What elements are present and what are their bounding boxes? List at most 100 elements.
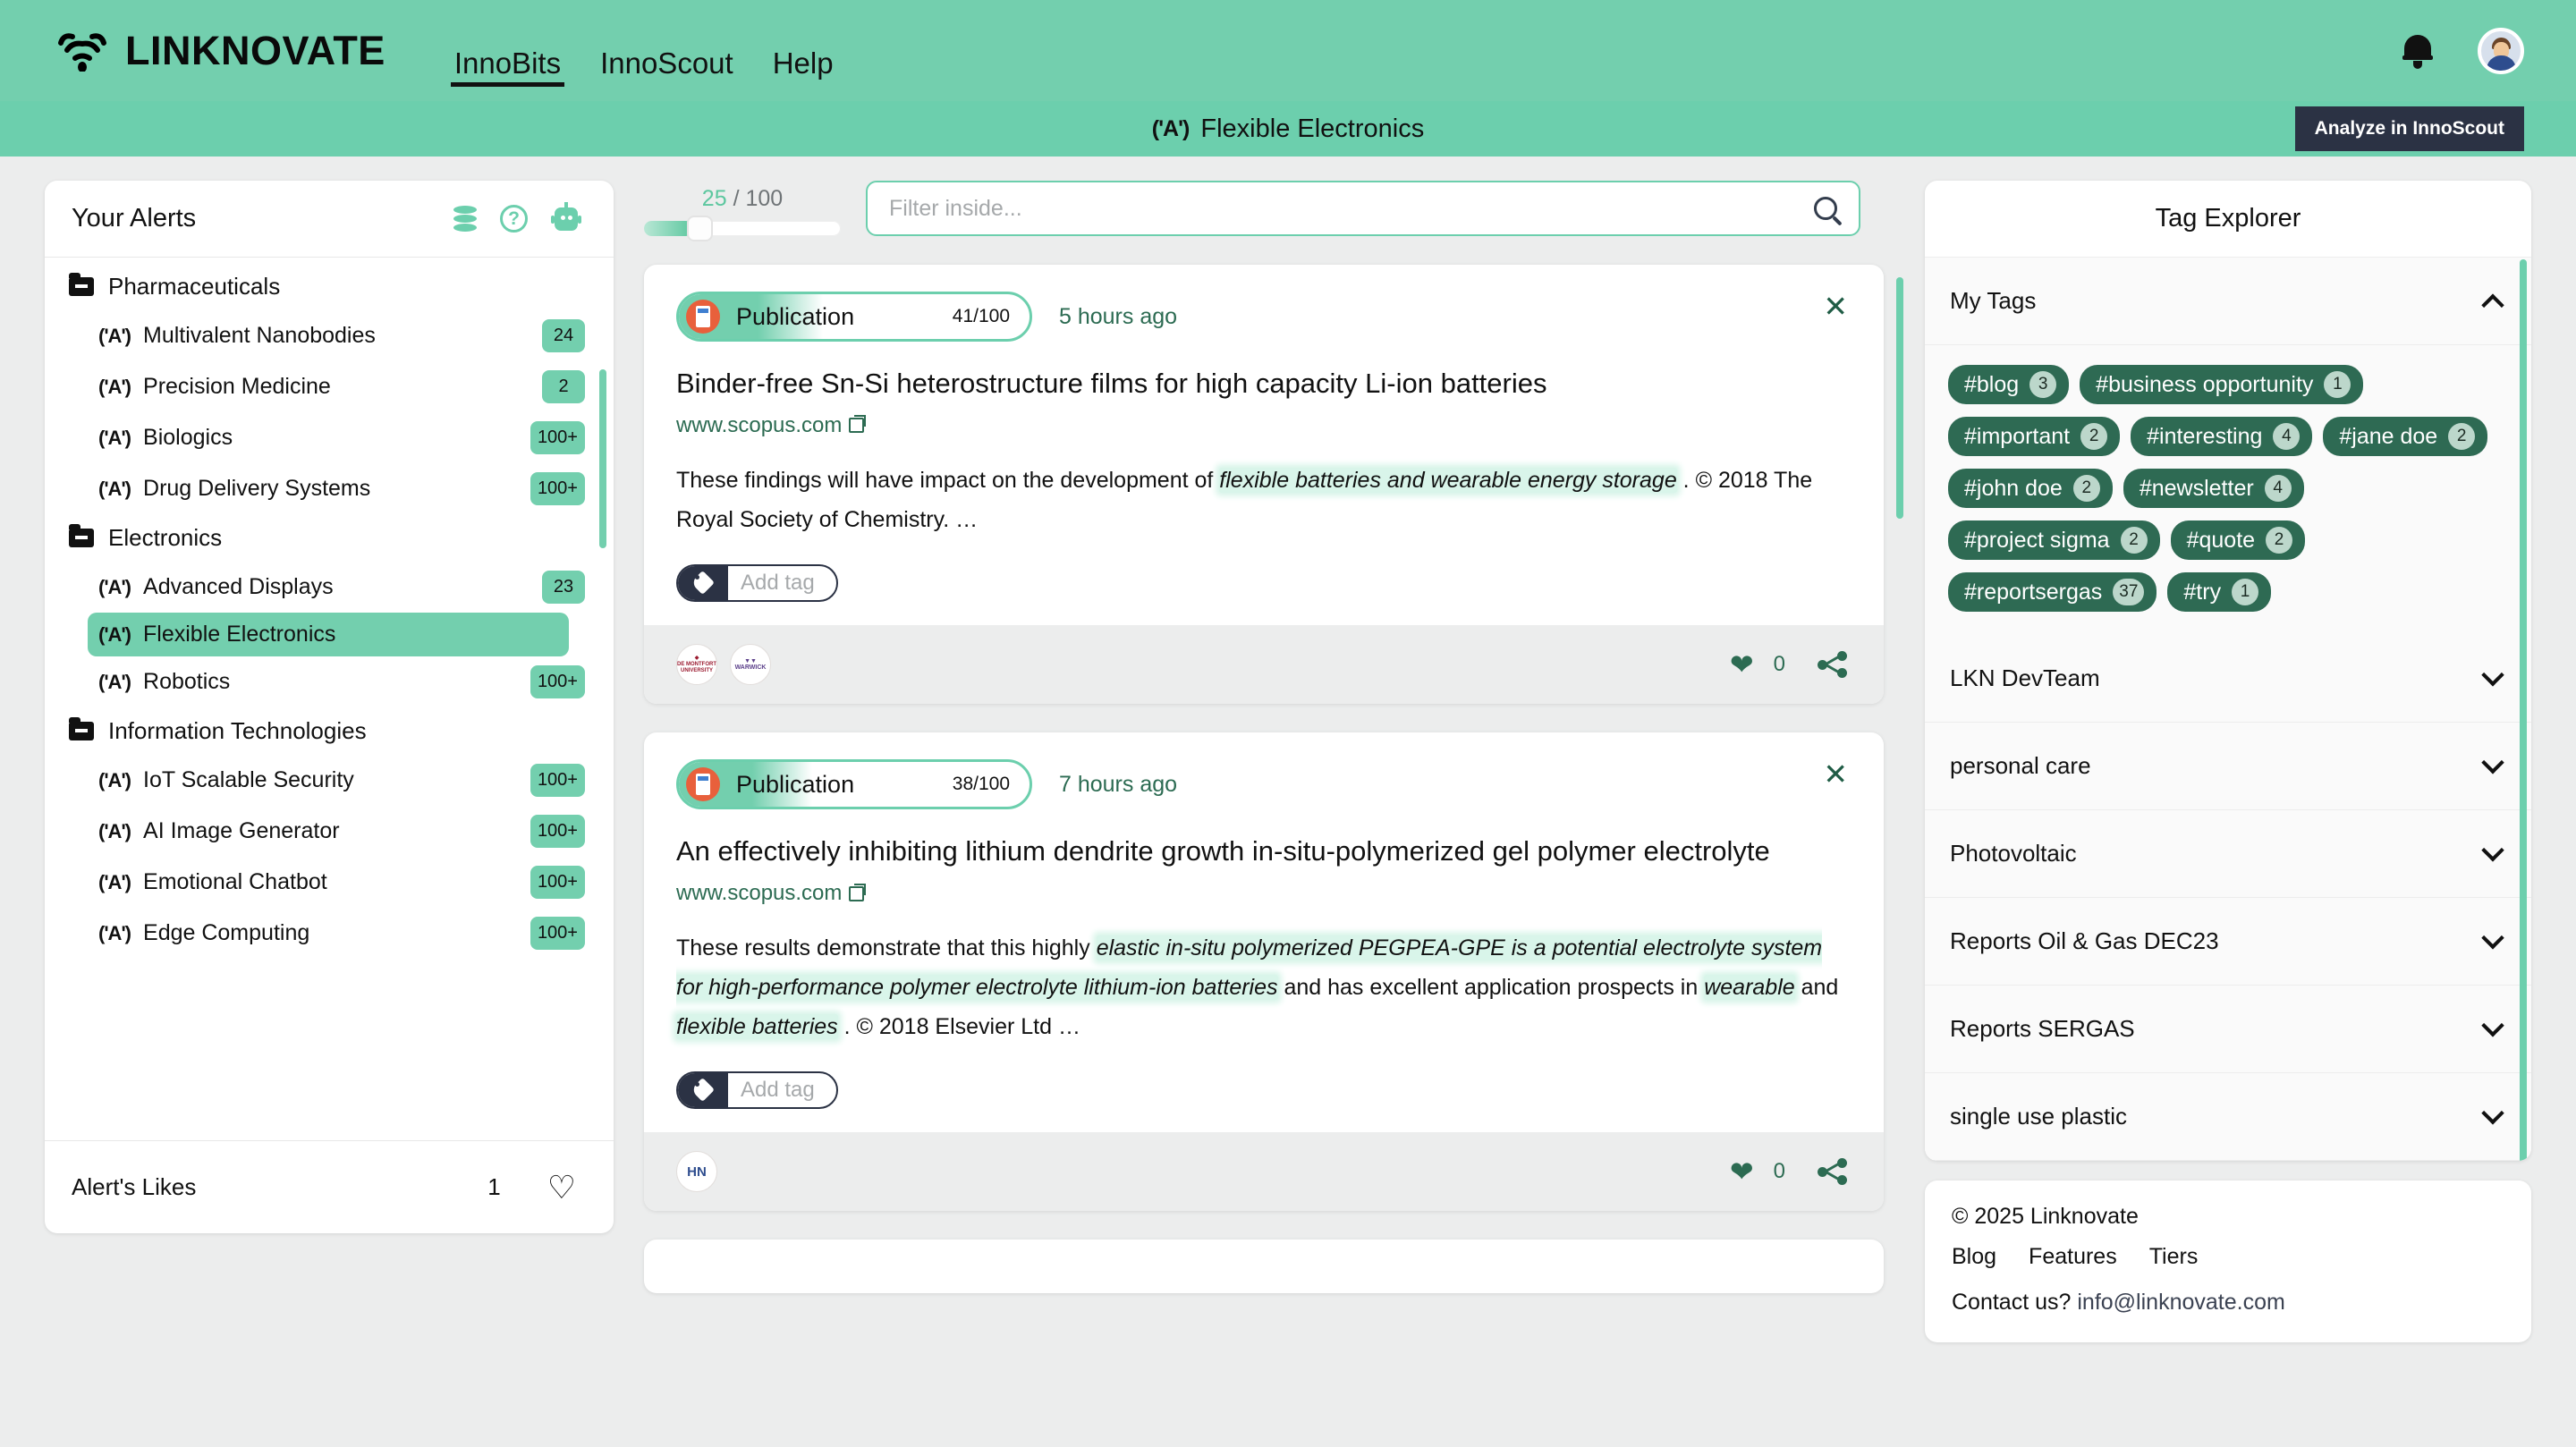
tag-count: 2 bbox=[2072, 475, 2100, 502]
alert-likes-count: 1 bbox=[487, 1173, 501, 1200]
footer-link-tiers[interactable]: Tiers bbox=[2149, 1244, 2199, 1270]
org-logos: HN bbox=[676, 1151, 717, 1193]
card-title[interactable]: Binder-free Sn-Si heterostructure films … bbox=[676, 365, 1852, 402]
content-type-badge[interactable]: Publication 41/100 bbox=[676, 292, 1032, 342]
footer-link-blog[interactable]: Blog bbox=[1952, 1244, 1996, 1270]
org-logo[interactable]: ▼▼ WARWICK bbox=[730, 644, 771, 686]
robot-icon[interactable] bbox=[551, 201, 581, 233]
abstract-text: and has excellent application prospects … bbox=[1277, 974, 1705, 1000]
sidebar-item-drug-delivery-systems[interactable]: ('A') Drug Delivery Systems 100+ bbox=[88, 463, 597, 514]
folder-information-technologies[interactable]: Information Technologies bbox=[45, 707, 614, 755]
sidebar-item-iot-scalable-security[interactable]: ('A') IoT Scalable Security 100+ bbox=[88, 755, 597, 806]
tag-group-photovoltaic[interactable]: Photovoltaic bbox=[1925, 810, 2531, 898]
folder-pharmaceuticals[interactable]: Pharmaceuticals bbox=[45, 263, 614, 310]
slider-label: 25 / 100 bbox=[644, 186, 841, 212]
tag-pill[interactable]: #important 2 bbox=[1948, 417, 2121, 456]
share-icon[interactable] bbox=[1818, 1158, 1848, 1186]
sidebar-item-biologics[interactable]: ('A') Biologics 100+ bbox=[88, 412, 597, 463]
analyze-in-innoscout-button[interactable]: Analyze in InnoScout bbox=[2294, 106, 2524, 151]
heart-filled-icon[interactable]: ❤ bbox=[1730, 1157, 1754, 1186]
tag-panel-scrollbar[interactable] bbox=[2520, 259, 2527, 1161]
sidebar-scrollbar[interactable] bbox=[599, 369, 606, 548]
heart-outline-icon[interactable]: ♡ bbox=[547, 1171, 576, 1204]
source-label: www.scopus.com bbox=[676, 881, 843, 906]
source-label: www.scopus.com bbox=[676, 412, 843, 437]
alerts-sidebar: Your Alerts ? Pharmaceuticals ('A') Multiv… bbox=[45, 181, 614, 1233]
sidebar-item-precision-medicine[interactable]: ('A') Precision Medicine 2 bbox=[88, 361, 597, 412]
tag-pill[interactable]: #interesting 4 bbox=[2131, 417, 2313, 456]
sidebar-item-advanced-displays[interactable]: ('A') Advanced Displays 23 bbox=[88, 562, 597, 613]
my-tags-accordion[interactable]: My Tags bbox=[1925, 258, 2531, 345]
sidebar-item-ai-image-generator[interactable]: ('A') AI Image Generator 100+ bbox=[88, 806, 597, 857]
nav-item-innobits[interactable]: InnoBits bbox=[435, 48, 580, 101]
tag-pill[interactable]: #newsletter 4 bbox=[2123, 469, 2304, 508]
source-link[interactable]: www.scopus.com bbox=[676, 881, 867, 906]
slider-track[interactable] bbox=[644, 216, 841, 241]
tag-group-lkn-devteam[interactable]: LKN DevTeam bbox=[1925, 635, 2531, 723]
sidebar-item-count: 2 bbox=[542, 370, 585, 403]
help-circle-icon[interactable]: ? bbox=[500, 205, 528, 233]
tag-group-reports-sergas[interactable]: Reports SERGAS bbox=[1925, 986, 2531, 1073]
wifi-signal-icon bbox=[57, 30, 107, 72]
close-icon[interactable]: ✕ bbox=[1823, 759, 1848, 789]
sidebar-item-flexible-electronics[interactable]: ('A') Flexible Electronics bbox=[88, 613, 569, 656]
sidebar-item-label: IoT Scalable Security bbox=[143, 767, 354, 792]
sidebar-item-edge-computing[interactable]: ('A') Edge Computing 100+ bbox=[88, 908, 597, 959]
external-link-icon bbox=[849, 883, 867, 901]
notification-bell-icon[interactable] bbox=[2402, 33, 2433, 69]
tag-pill[interactable]: #jane doe 2 bbox=[2323, 417, 2488, 456]
share-icon[interactable] bbox=[1818, 651, 1848, 679]
tag-pill[interactable]: #reportsergas 37 bbox=[1948, 572, 2157, 612]
tag-group-reports-oil-gas-dec23[interactable]: Reports Oil & Gas DEC23 bbox=[1925, 898, 2531, 986]
chevron-down-icon bbox=[2481, 663, 2504, 686]
filter-input[interactable] bbox=[889, 195, 1814, 222]
heart-filled-icon[interactable]: ❤ bbox=[1730, 650, 1754, 679]
sidebar-item-robotics[interactable]: ('A') Robotics 100+ bbox=[88, 656, 597, 707]
tag-pill[interactable]: #john doe 2 bbox=[1948, 469, 2113, 508]
tag-pill[interactable]: #business opportunity 1 bbox=[2080, 365, 2364, 404]
content-type-badge[interactable]: Publication 38/100 bbox=[676, 759, 1032, 810]
nav-item-help[interactable]: Help bbox=[753, 48, 853, 101]
filter-search-box[interactable] bbox=[866, 181, 1860, 236]
abstract-text: and bbox=[1794, 974, 1839, 1000]
top-navigation-bar: LINKNOVATE InnoBits InnoScout Help bbox=[0, 0, 2576, 101]
add-tag-input[interactable]: Add tag bbox=[676, 1071, 838, 1110]
tag-name: #reportsergas bbox=[1964, 579, 2103, 605]
timestamp: 7 hours ago bbox=[1059, 771, 1178, 797]
tag-pill[interactable]: #try 1 bbox=[2167, 572, 2272, 612]
user-avatar[interactable] bbox=[2478, 27, 2524, 74]
tag-group-personal-care[interactable]: personal care bbox=[1925, 723, 2531, 810]
footer-link-features[interactable]: Features bbox=[2029, 1244, 2117, 1270]
org-logo[interactable]: HN bbox=[676, 1151, 717, 1193]
source-link[interactable]: www.scopus.com bbox=[676, 412, 867, 438]
org-logo[interactable]: ◆ DE MONTFORT UNIVERSITY bbox=[676, 644, 717, 686]
sidebar-item-emotional-chatbot[interactable]: ('A') Emotional Chatbot 100+ bbox=[88, 857, 597, 908]
tag-pill[interactable]: #project sigma 2 bbox=[1948, 520, 2160, 560]
tag-pill[interactable]: #quote 2 bbox=[2170, 520, 2306, 560]
highlighted-term: wearable bbox=[1704, 974, 1795, 1000]
brand-logo[interactable]: LINKNOVATE bbox=[57, 28, 386, 74]
right-column: Tag Explorer My Tags #blog 3 #business opp… bbox=[1903, 181, 2531, 1342]
close-icon[interactable]: ✕ bbox=[1823, 292, 1848, 321]
current-alert-title: ('A') Flexible Electronics bbox=[1152, 114, 1424, 144]
nav-item-innoscout[interactable]: InnoScout bbox=[580, 48, 753, 101]
sidebar-item-count: 100+ bbox=[530, 917, 585, 950]
antenna-icon: ('A') bbox=[98, 575, 131, 598]
results-count-slider[interactable]: 25 / 100 bbox=[644, 181, 841, 241]
tag-group-single-use-plastic[interactable]: single use plastic bbox=[1925, 1073, 2531, 1161]
contact-line: Contact us? info@linknovate.com bbox=[1952, 1290, 2504, 1316]
card-title[interactable]: An effectively inhibiting lithium dendri… bbox=[676, 833, 1852, 870]
tag-count: 3 bbox=[2029, 371, 2057, 398]
feed-scrollbar-thumb[interactable] bbox=[1896, 277, 1903, 519]
chevron-down-icon bbox=[2481, 926, 2504, 949]
folder-electronics[interactable]: Electronics bbox=[45, 514, 614, 562]
results-feed: 25 / 100 Publication 41/100 5 hours ago ✕ Bi… bbox=[614, 181, 1903, 1322]
add-tag-input[interactable]: Add tag bbox=[676, 564, 838, 603]
highlighted-term: flexible batteries bbox=[676, 1013, 838, 1039]
contact-email-link[interactable]: info@linknovate.com bbox=[2077, 1290, 2284, 1315]
database-icon[interactable] bbox=[453, 205, 477, 233]
slider-thumb[interactable] bbox=[687, 216, 714, 241]
search-icon[interactable] bbox=[1814, 197, 1837, 220]
sidebar-item-multivalent-nanobodies[interactable]: ('A') Multivalent Nanobodies 24 bbox=[88, 310, 597, 361]
tag-pill[interactable]: #blog 3 bbox=[1948, 365, 2070, 404]
